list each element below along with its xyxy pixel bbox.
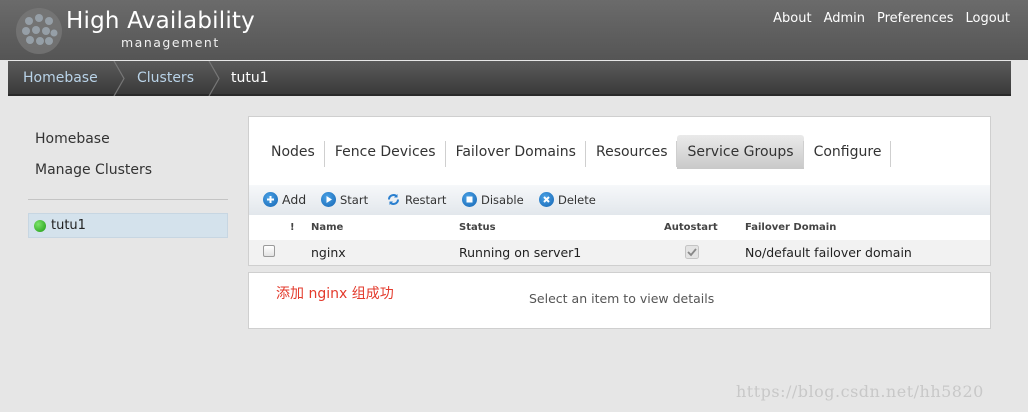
breadcrumb: Homebase Clusters tutu1 (8, 61, 1011, 96)
col-warning: ! (290, 222, 295, 233)
row-failover-domain: No/default failover domain (745, 245, 912, 260)
about-link[interactable]: About (773, 11, 811, 26)
status-ok-icon (34, 220, 46, 232)
stop-icon (462, 192, 477, 207)
breadcrumb-clusters[interactable]: Clusters (137, 61, 194, 96)
play-icon (321, 192, 336, 207)
start-label: Start (340, 192, 369, 207)
disable-label: Disable (481, 192, 524, 207)
autostart-check-icon (685, 245, 699, 259)
row-name: nginx (311, 245, 346, 260)
sidebar-item-manage-clusters[interactable]: Manage Clusters (35, 162, 152, 178)
details-empty-message: Select an item to view details (529, 291, 715, 306)
logout-link[interactable]: Logout (965, 11, 1010, 26)
admin-link[interactable]: Admin (824, 11, 865, 26)
service-groups-panel: Nodes Fence Devices Failover Domains Res… (248, 116, 991, 266)
breadcrumb-separator-icon (113, 61, 125, 96)
restart-button[interactable]: Restart (386, 192, 446, 207)
delete-button[interactable]: Delete (539, 192, 596, 207)
add-button[interactable]: Add (263, 192, 306, 207)
col-name[interactable]: Name (311, 222, 343, 233)
delete-label: Delete (558, 192, 596, 207)
add-label: Add (282, 192, 307, 207)
sidebar-item-homebase[interactable]: Homebase (35, 131, 110, 147)
col-status[interactable]: Status (459, 222, 496, 233)
tab-failover-domains[interactable]: Failover Domains (446, 135, 587, 169)
restart-label: Restart (405, 192, 447, 207)
start-button[interactable]: Start (321, 192, 368, 207)
add-icon (263, 192, 278, 207)
tab-resources[interactable]: Resources (586, 135, 678, 169)
tab-bar: Nodes Fence Devices Failover Domains Res… (261, 135, 892, 169)
breadcrumb-separator-icon (208, 61, 220, 96)
row-select-checkbox[interactable] (263, 245, 275, 257)
tab-configure[interactable]: Configure (804, 135, 892, 169)
tab-service-groups[interactable]: Service Groups (677, 135, 804, 169)
col-failover-domain[interactable]: Failover Domain (745, 222, 836, 233)
app-subtitle: management (121, 35, 220, 50)
table-row[interactable]: nginx Running on server1 No/default fail… (249, 240, 990, 265)
disable-button[interactable]: Disable (462, 192, 524, 207)
watermark: https://blog.csdn.net/hh5820 (736, 382, 984, 401)
app-title: High Availability (66, 8, 255, 34)
cluster-name: tutu1 (51, 218, 86, 233)
details-panel: 添加 nginx 组成功 Select an item to view deta… (248, 272, 991, 329)
top-nav: About Admin Preferences Logout (773, 11, 1010, 26)
breadcrumb-current: tutu1 (231, 70, 269, 86)
logo-icon (16, 8, 62, 54)
sidebar-divider (28, 199, 228, 200)
app-header: High Availability management About Admin… (0, 0, 1028, 60)
tab-fence-devices[interactable]: Fence Devices (325, 135, 446, 169)
breadcrumb-homebase[interactable]: Homebase (23, 61, 98, 96)
row-status: Running on server1 (459, 245, 582, 260)
delete-icon (539, 192, 554, 207)
preferences-link[interactable]: Preferences (877, 11, 953, 26)
table-header: ! Name Status Autostart Failover Domain (249, 217, 990, 239)
restart-icon (386, 192, 401, 207)
toolbar: Add Start Restart Disable Delete (249, 185, 990, 215)
col-autostart[interactable]: Autostart (664, 222, 718, 233)
sidebar-item-cluster[interactable]: tutu1 (28, 213, 228, 238)
tab-nodes[interactable]: Nodes (261, 135, 325, 169)
annotation-text: 添加 nginx 组成功 (276, 286, 394, 302)
